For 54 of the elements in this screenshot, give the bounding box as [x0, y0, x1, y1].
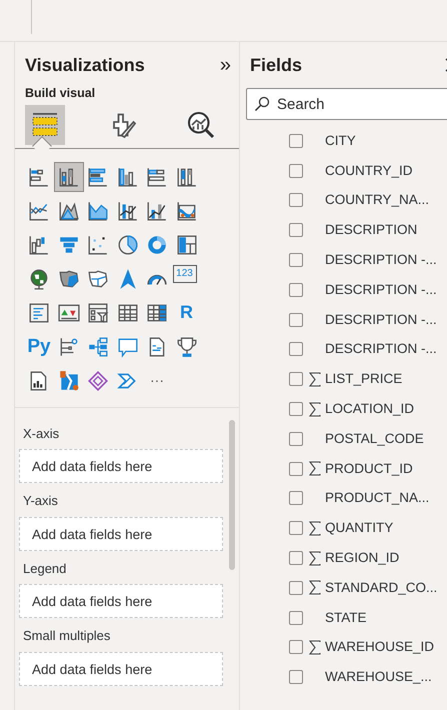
well-label: Small multiples: [22, 627, 112, 646]
column-chart-icon[interactable]: [54, 162, 82, 191]
checkbox[interactable]: [289, 134, 303, 148]
well-label: Legend: [22, 560, 68, 578]
checkbox[interactable]: [289, 164, 303, 178]
panel-title: Visualizations: [25, 54, 145, 76]
checkbox[interactable]: [289, 551, 303, 566]
scrollbar-thumb[interactable]: [229, 420, 235, 570]
checkbox[interactable]: [289, 342, 303, 356]
field-name[interactable]: STATE: [325, 608, 367, 628]
field-name[interactable]: DESCRIPTION -...: [325, 310, 437, 330]
field-name[interactable]: COUNTRY_NA...: [325, 190, 430, 211]
checkbox[interactable]: [289, 610, 303, 625]
well-label: X-axis: [22, 424, 60, 443]
field-name[interactable]: CITY: [325, 130, 356, 152]
field-name[interactable]: PRODUCT_NA...: [325, 488, 430, 509]
field-name[interactable]: QUANTITY: [325, 518, 394, 538]
checkbox[interactable]: [289, 580, 303, 595]
checkbox[interactable]: [289, 670, 303, 684]
field-name[interactable]: WAREHOUSE_...: [325, 667, 432, 688]
field-name[interactable]: COUNTRY_ID: [325, 160, 413, 181]
more-button[interactable]: ···: [143, 366, 171, 395]
checkbox[interactable]: [289, 521, 303, 536]
checkbox[interactable]: [289, 640, 303, 654]
panel-title: Fields: [250, 54, 302, 76]
drop-zone[interactable]: Add data fields here: [19, 449, 223, 484]
drop-zone[interactable]: Add data fields here: [19, 652, 223, 686]
drop-zone[interactable]: Add data fields here: [19, 516, 223, 551]
field-name[interactable]: LOCATION_ID: [325, 398, 414, 420]
field-name[interactable]: WAREHOUSE_ID: [325, 637, 434, 658]
checkbox[interactable]: [289, 462, 303, 476]
field-name[interactable]: STANDARD_CO...: [325, 578, 438, 598]
checkbox[interactable]: [289, 491, 303, 506]
checkbox[interactable]: [289, 193, 303, 208]
section-label: Build visual: [24, 85, 96, 102]
field-name[interactable]: DESCRIPTION -...: [325, 280, 437, 300]
field-name[interactable]: LIST_PRICE: [325, 369, 402, 390]
field-name[interactable]: POSTAL_CODE: [325, 428, 424, 449]
well-label: Y-axis: [22, 492, 59, 510]
field-name[interactable]: DESCRIPTION: [325, 220, 418, 240]
checkbox[interactable]: [289, 282, 303, 297]
field-name[interactable]: PRODUCT_ID: [325, 458, 413, 479]
checkbox[interactable]: [289, 372, 303, 386]
drop-zone[interactable]: Add data fields here: [19, 584, 223, 618]
search-field[interactable]: Search: [246, 88, 447, 120]
collapse-button[interactable]: »: [220, 55, 231, 75]
checkbox[interactable]: [289, 312, 303, 327]
field-name[interactable]: DESCRIPTION -...: [325, 339, 437, 360]
checkbox[interactable]: [289, 223, 303, 238]
field-name[interactable]: REGION_ID: [325, 548, 400, 568]
checkbox[interactable]: [289, 432, 303, 446]
checkbox[interactable]: [289, 253, 303, 268]
checkbox[interactable]: [289, 402, 303, 416]
field-name[interactable]: DESCRIPTION -...: [325, 250, 437, 270]
